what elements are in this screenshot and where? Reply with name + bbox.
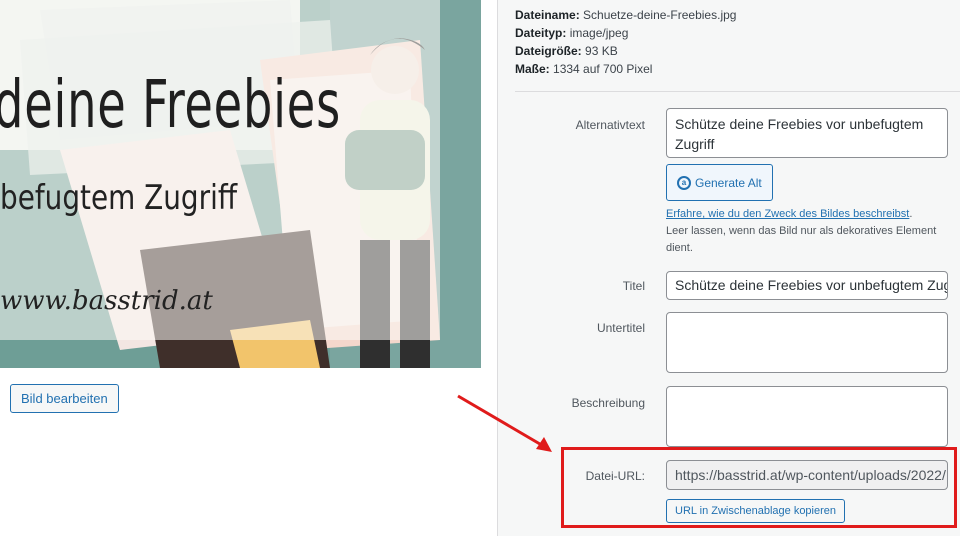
alt-help-description: Leer lassen, wenn das Bild nur als dekor… [666, 225, 937, 254]
image-url-text: www.basstrid.at [0, 286, 213, 316]
attachment-image-preview: deine Freebies befugtem Zugriff www.bass… [0, 0, 481, 368]
caption-textarea[interactable] [666, 312, 948, 373]
image-subtitle-text: befugtem Zugriff [0, 178, 238, 218]
copy-url-button[interactable]: URL in Zwischenablage kopieren [666, 499, 846, 523]
dimensions-row: Maße: 1334 auf 700 Pixel [515, 62, 653, 76]
title-input[interactable]: Schütze deine Freebies vor unbefugtem Zu… [666, 271, 948, 300]
filename-row: Dateiname: Schuetze-deine-Freebies.jpg [515, 8, 737, 22]
ai-alt-icon: a [677, 175, 691, 190]
filetype-row: Dateityp: image/jpeg [515, 26, 629, 40]
meta-divider [515, 91, 960, 92]
title-label: Titel [622, 279, 645, 293]
image-title-text: deine Freebies [0, 66, 342, 143]
file-meta: Dateiname: Schuetze-deine-Freebies.jpg D… [515, 6, 736, 78]
attachment-details-panel: Dateiname: Schuetze-deine-Freebies.jpg D… [497, 0, 960, 536]
alt-help-text: Erfahre, wie du den Zweck des Bildes bes… [666, 206, 956, 257]
alt-help-link[interactable]: Erfahre, wie du den Zweck des Bildes bes… [666, 208, 909, 220]
generate-alt-label: Generate Alt [695, 175, 762, 190]
generate-alt-button[interactable]: a Generate Alt [666, 164, 773, 201]
filesize-row: Dateigröße: 93 KB [515, 44, 618, 58]
description-label: Beschreibung [571, 396, 645, 410]
description-textarea[interactable] [666, 386, 948, 447]
alt-text-textarea[interactable]: Schütze deine Freebies vor unbefugtem Zu… [666, 108, 948, 158]
caption-label: Untertitel [596, 321, 645, 335]
file-url-input[interactable]: https://basstrid.at/wp-content/uploads/2… [666, 460, 948, 490]
edit-image-button[interactable]: Bild bearbeiten [10, 384, 119, 413]
alt-text-label: Alternativtext [575, 118, 645, 132]
file-url-label: Datei-URL: [585, 469, 645, 483]
